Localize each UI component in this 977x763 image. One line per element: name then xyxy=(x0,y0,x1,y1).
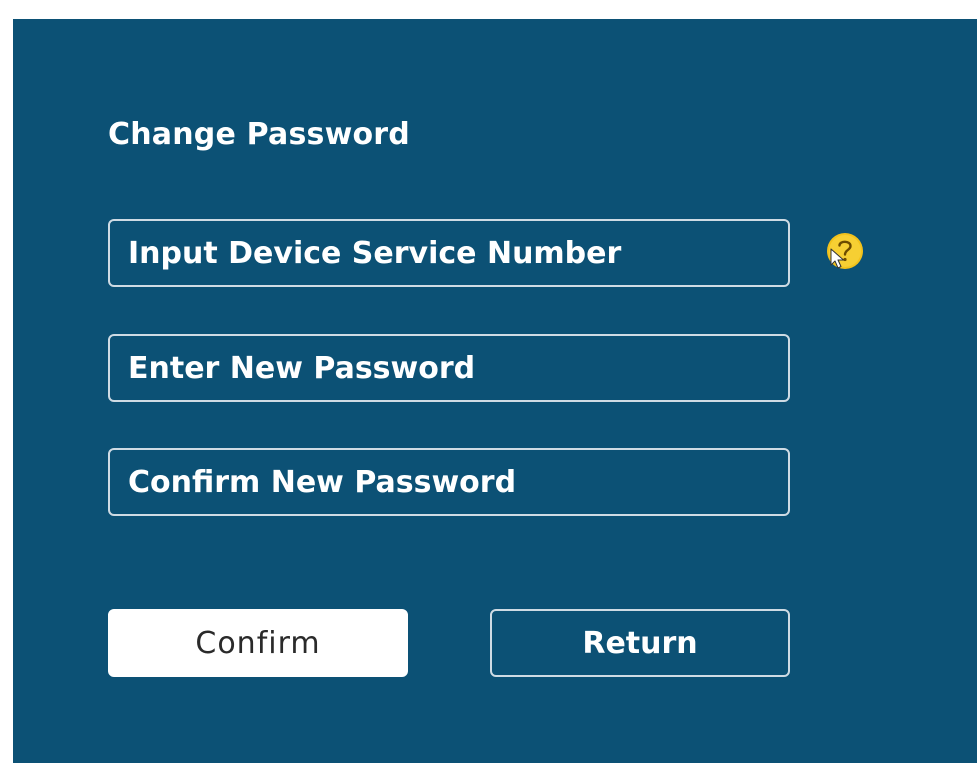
question-mark-icon[interactable] xyxy=(825,231,865,271)
new-password-input[interactable] xyxy=(108,334,790,402)
return-button[interactable]: Return xyxy=(490,609,790,677)
page-background: Change Password Confirm Return xyxy=(0,0,977,763)
page-title: Change Password xyxy=(108,117,410,152)
confirm-button[interactable]: Confirm xyxy=(108,609,408,677)
change-password-panel: Change Password Confirm Return xyxy=(13,19,977,763)
service-number-input[interactable] xyxy=(108,219,790,287)
confirm-password-input[interactable] xyxy=(108,448,790,516)
